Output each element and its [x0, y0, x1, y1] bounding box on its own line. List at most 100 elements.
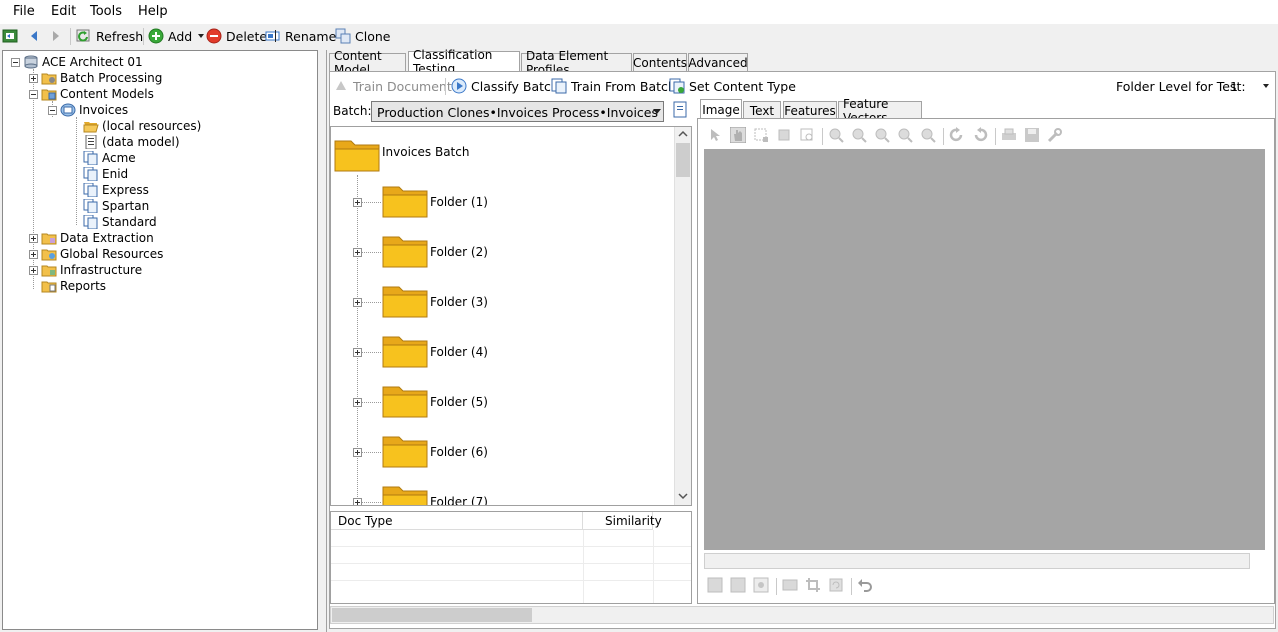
tree-item-express[interactable]: Express [83, 182, 149, 198]
batch-folder-label[interactable]: Folder (6) [430, 445, 488, 459]
expand-icon[interactable] [353, 348, 362, 357]
rename-button[interactable]: Rename [265, 27, 336, 45]
tab-data-element-profiles[interactable]: Data Element Profiles [521, 49, 632, 77]
batch-folder-label[interactable]: Folder (5) [430, 395, 488, 409]
tree-item-root[interactable]: ACE Architect 01 [11, 54, 143, 70]
crop-select-icon[interactable] [776, 127, 792, 143]
folder-level-value: 1 [1230, 78, 1238, 94]
collapse-icon[interactable] [48, 105, 57, 115]
collapse-icon[interactable] [11, 57, 20, 67]
expand-icon[interactable] [353, 448, 362, 457]
main-hscrollbar[interactable] [330, 606, 1274, 624]
zoom-fit-icon[interactable] [897, 127, 913, 143]
column-header-similarity[interactable]: Similarity [583, 512, 662, 530]
menu-bar: File Edit Tools Help [0, 0, 1278, 24]
scroll-thumb[interactable] [332, 608, 532, 622]
tree-item-acme[interactable]: Acme [83, 150, 136, 166]
collapse-icon[interactable] [29, 89, 38, 99]
tab-advanced[interactable]: Advanced [688, 53, 748, 73]
main-toolbar: Refresh Add Delete Rename Clone [0, 24, 1278, 48]
print-icon[interactable] [1001, 127, 1017, 143]
add-label: Add [168, 28, 193, 44]
rotate-right-icon[interactable] [949, 127, 965, 143]
batch-tree-scrollbar[interactable] [674, 127, 691, 505]
batch-folder-label[interactable]: Folder (2) [430, 245, 488, 259]
batch-folder-label[interactable]: Folder (3) [430, 295, 488, 309]
menu-edit[interactable]: Edit [51, 4, 76, 19]
image-hscrollbar[interactable] [704, 553, 1250, 569]
rename-icon [265, 30, 280, 42]
tree-item-local-resources[interactable]: (local resources) [83, 118, 201, 134]
zoom-width-icon[interactable] [920, 127, 936, 143]
pane-splitter[interactable] [318, 50, 326, 632]
column-header-doc-type[interactable]: Doc Type [331, 512, 583, 530]
tab-contents[interactable]: Contents [633, 53, 687, 73]
batch-browse-button[interactable] [672, 101, 690, 121]
scroll-thumb[interactable] [676, 143, 690, 177]
expand-icon[interactable] [29, 73, 38, 83]
expand-icon[interactable] [353, 398, 362, 407]
zoom-actual-icon[interactable] [874, 127, 890, 143]
rotate-page-icon[interactable] [828, 577, 844, 593]
tab-content-model[interactable]: Content Model [329, 49, 406, 77]
select-region-icon[interactable] [753, 127, 769, 143]
tree-item-reports[interactable]: Reports [41, 278, 106, 294]
tree-item-standard[interactable]: Standard [83, 214, 157, 230]
expand-icon[interactable] [353, 498, 362, 505]
menu-file[interactable]: File [13, 4, 35, 19]
home-button[interactable] [2, 27, 22, 45]
tab-classification-testing[interactable]: Classification Testing [408, 48, 520, 76]
annotate-icon[interactable] [753, 577, 769, 593]
add-button[interactable]: Add [148, 27, 205, 45]
settings-tools-icon[interactable] [1047, 127, 1063, 143]
image-canvas[interactable] [704, 149, 1265, 550]
deskew-icon[interactable] [782, 577, 798, 593]
train-from-batch-button[interactable]: Train From Batch [551, 77, 676, 95]
tree-item-global-resources[interactable]: Global Resources [29, 246, 163, 262]
batch-folder-label[interactable]: Folder (7) [430, 495, 488, 505]
forward-button[interactable] [48, 27, 68, 45]
delete-button[interactable]: Delete [206, 27, 267, 45]
batch-folder-label[interactable]: Folder (4) [430, 345, 488, 359]
previous-page-icon[interactable] [730, 577, 746, 593]
zoom-region-icon[interactable] [799, 127, 815, 143]
expand-icon[interactable] [29, 249, 38, 259]
classify-batch-button[interactable]: Classify Batch [451, 77, 559, 95]
back-button[interactable] [27, 27, 47, 45]
tree-item-enid[interactable]: Enid [83, 166, 128, 182]
folder-level-select[interactable]: 1 [1230, 77, 1270, 95]
expand-icon[interactable] [29, 265, 38, 275]
tree-item-data-model[interactable]: (data model) [83, 134, 180, 150]
pointer-icon[interactable] [707, 127, 723, 143]
expand-icon[interactable] [353, 298, 362, 307]
expand-icon[interactable] [353, 198, 362, 207]
folder-models-icon [41, 89, 57, 101]
tree-item-batch-processing[interactable]: Batch Processing [29, 70, 162, 86]
pan-hand-icon[interactable] [730, 127, 746, 143]
tree-item-invoices[interactable]: Invoices [48, 102, 128, 118]
train-document-button[interactable]: Train Document [333, 77, 452, 95]
clone-button[interactable]: Clone [335, 27, 390, 45]
batch-select[interactable]: Production Clones•Invoices Process•Invoi… [371, 101, 664, 122]
undo-icon[interactable] [857, 577, 873, 593]
refresh-button[interactable]: Refresh [76, 27, 143, 45]
doc-type-grid[interactable]: Doc Type Similarity [330, 511, 692, 604]
batch-folder-label[interactable]: Folder (1) [430, 195, 488, 209]
tree-item-spartan[interactable]: Spartan [83, 198, 149, 214]
rotate-left-icon[interactable] [972, 127, 988, 143]
tree-item-data-extraction[interactable]: Data Extraction [29, 230, 154, 246]
first-page-icon[interactable] [707, 577, 723, 593]
project-tree[interactable]: ACE Architect 01 Batch Processing Conten… [2, 50, 318, 630]
expand-icon[interactable] [353, 248, 362, 257]
batch-tree[interactable]: Invoices Batch Folder (1) Folder (2) Folde… [330, 126, 692, 506]
menu-help[interactable]: Help [138, 4, 168, 19]
expand-icon[interactable] [29, 233, 38, 243]
menu-tools[interactable]: Tools [90, 4, 122, 19]
tree-item-infrastructure[interactable]: Infrastructure [29, 262, 142, 278]
set-content-type-button[interactable]: Set Content Type [669, 77, 796, 95]
tree-item-content-models[interactable]: Content Models [29, 86, 154, 102]
save-icon[interactable] [1024, 127, 1040, 143]
zoom-in-icon[interactable] [828, 127, 844, 143]
zoom-out-icon[interactable] [851, 127, 867, 143]
crop-icon[interactable] [805, 577, 821, 593]
